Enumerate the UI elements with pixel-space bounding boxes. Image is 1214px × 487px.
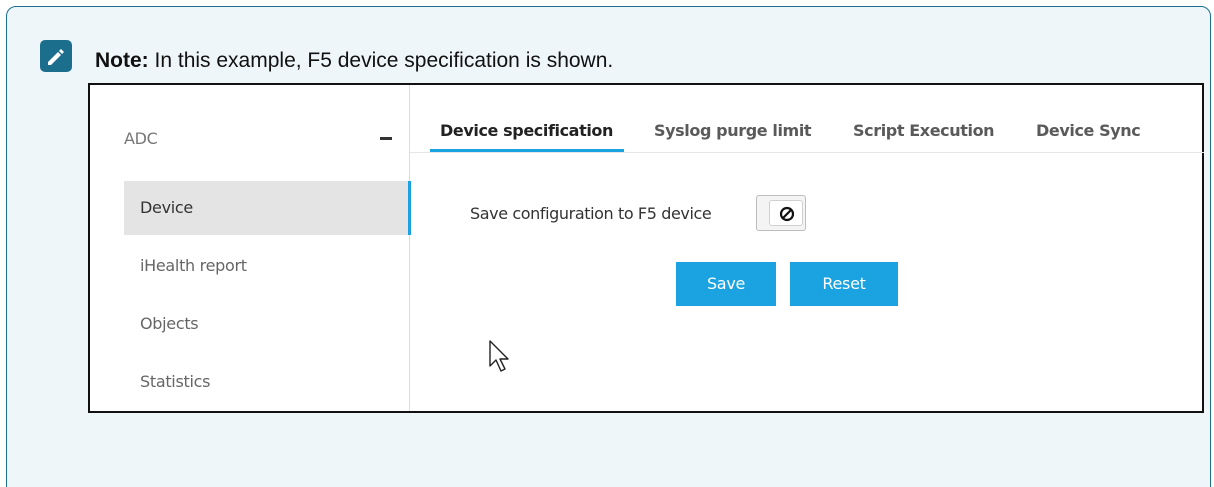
sidebar-item-statistics[interactable]: Statistics <box>124 355 408 409</box>
mouse-cursor-icon <box>489 340 509 372</box>
tab-device-specification[interactable]: Device specification <box>440 121 613 161</box>
tab-syslog-purge-limit[interactable]: Syslog purge limit <box>654 121 812 161</box>
sidebar-item-device[interactable]: Device <box>124 181 411 235</box>
active-tab-indicator <box>430 149 624 152</box>
embedded-screenshot: ADC Device iHealth report Objects Statis… <box>88 83 1204 413</box>
minus-icon[interactable] <box>380 137 392 140</box>
sidebar-header: ADC <box>124 129 158 148</box>
note-label: Note: <box>95 49 149 72</box>
tab-script-execution[interactable]: Script Execution <box>853 121 995 161</box>
pencil-icon <box>40 40 72 72</box>
toggle-knob <box>769 200 803 226</box>
reset-button[interactable]: Reset <box>790 262 898 306</box>
save-config-label: Save configuration to F5 device <box>470 204 712 223</box>
tab-device-sync[interactable]: Device Sync <box>1036 121 1141 161</box>
sidebar-item-ihealth-report[interactable]: iHealth report <box>124 239 408 293</box>
note-text: Note: In this example, F5 device specifi… <box>95 49 613 73</box>
sidebar-item-objects[interactable]: Objects <box>124 297 408 351</box>
note-body: In this example, F5 device specification… <box>148 49 614 72</box>
prohibited-icon <box>779 206 795 222</box>
sidebar: ADC Device iHealth report Objects Statis… <box>90 85 411 411</box>
save-button[interactable]: Save <box>676 262 776 306</box>
save-config-toggle[interactable] <box>756 195 806 231</box>
